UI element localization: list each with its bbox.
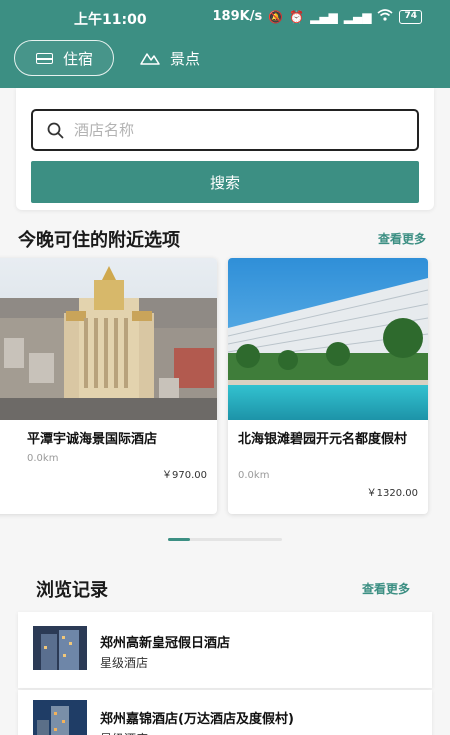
history-more-link[interactable]: 查看更多 [362,580,410,597]
network-speed: 189K/s [212,9,263,24]
search-icon [47,122,64,138]
status-time: 上午11:00 [74,12,147,28]
status-indicators: 189K/s 🔕 ⏰ ▂▄▆ ▂▄▆ 74 [212,9,422,24]
wifi-icon [377,9,393,24]
nearby-section-title: 今晚可住的附近选项 [18,230,180,251]
tab-attractions-label: 景点 [170,49,201,68]
history-hotel-type: 星级酒店 [100,730,148,735]
history-hotel-name: 郑州高新皇冠假日酒店 [100,636,231,651]
tab-attractions[interactable]: 景点 [140,40,200,76]
history-hotel-name: 郑州嘉锦酒店(万达酒店及度假村) [100,712,294,727]
category-tabs: 住宿 景点 [14,40,200,76]
hotel-name: 平潭宇诚海景国际酒店 [27,432,158,447]
history-section-title: 浏览记录 [36,580,108,601]
mountain-icon [140,53,160,65]
tab-lodging[interactable]: 住宿 [14,40,114,76]
nearby-more-link[interactable]: 查看更多 [378,230,426,247]
signal-icon: ▂▄▆ [310,9,338,24]
hotel-card[interactable]: 北海银滩碧园开元名都度假村 0.0km ￥1320.00 [228,258,428,514]
hotel-price: ￥970.00 [162,470,207,481]
hotel-name: 北海银滩碧园开元名都度假村 [238,432,408,447]
carousel-pager-thumb [168,538,190,541]
hotel-thumbnail [33,700,87,735]
list-item[interactable]: 郑州高新皇冠假日酒店 星级酒店 [18,612,432,688]
hotel-photo [228,258,428,420]
mute-icon: 🔕 [268,9,284,24]
hotel-thumbnail [33,626,87,670]
hotel-distance: 0.0km [238,470,270,481]
battery-icon: 74 [399,9,422,24]
hotel-distance: 0.0km [27,453,59,464]
alarm-icon: ⏰ [289,9,305,24]
list-item[interactable]: 郑州嘉锦酒店(万达酒店及度假村) 星级酒店 [18,690,432,735]
hotel-photo [0,258,217,420]
history-hotel-type: 星级酒店 [100,656,149,670]
status-bar: 上午11:00 189K/s 🔕 ⏰ ▂▄▆ ▂▄▆ 74 [0,0,450,36]
signal-icon-2: ▂▄▆ [343,9,372,24]
header: 上午11:00 189K/s 🔕 ⏰ ▂▄▆ ▂▄▆ 74 住宿 景点 [0,0,450,88]
bed-icon [35,51,53,65]
search-field[interactable] [31,109,419,151]
search-card: 搜索 [16,88,434,210]
tab-lodging-label: 住宿 [62,49,93,68]
search-input[interactable] [74,121,374,139]
hotel-price: ￥1320.00 [366,488,418,499]
search-button[interactable]: 搜索 [31,161,419,203]
carousel-pager [168,538,282,541]
hotel-card[interactable]: 平潭宇诚海景国际酒店 0.0km ￥970.00 [0,258,217,514]
